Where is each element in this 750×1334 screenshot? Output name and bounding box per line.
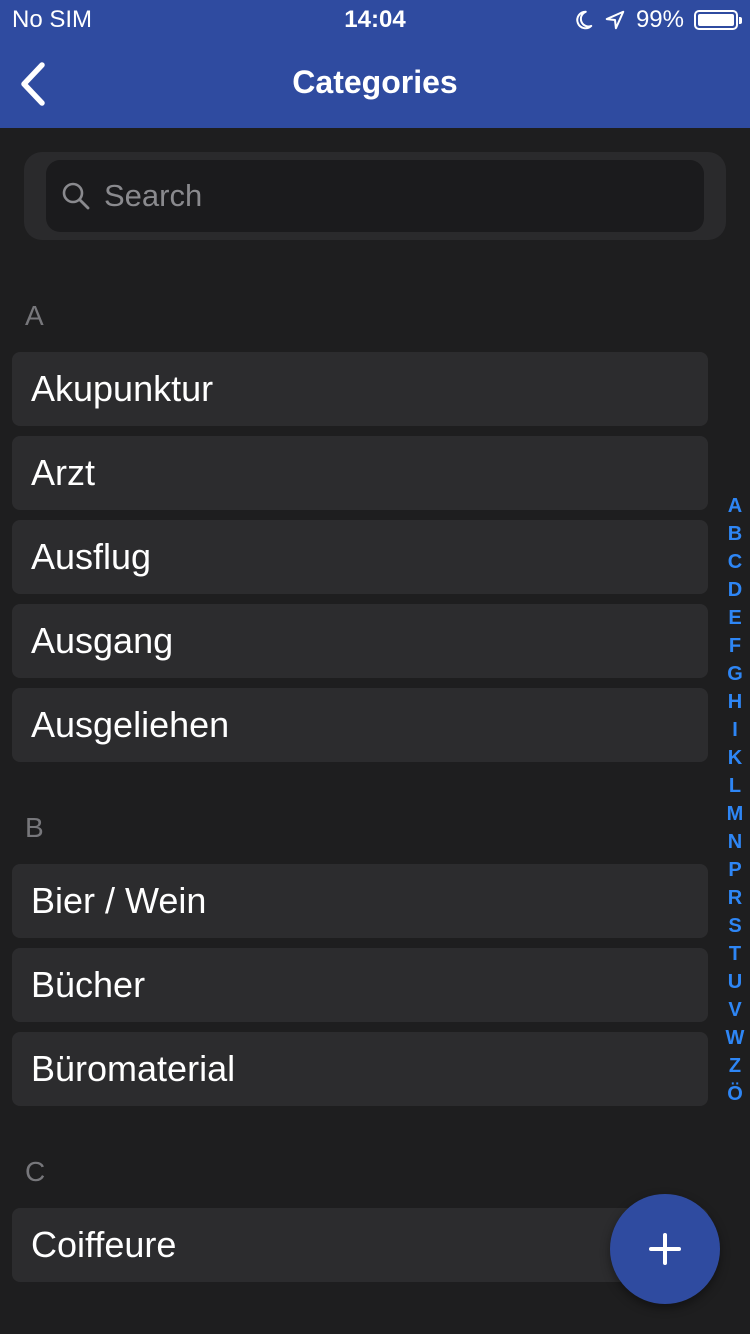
section-index[interactable]: ABCDEFGHIKLMNPRSTUVWZÖ [720,492,750,1108]
section-header-d: D [0,1292,750,1334]
index-letter-r[interactable]: R [720,884,750,912]
index-letter-v[interactable]: V [720,996,750,1024]
index-letter-p[interactable]: P [720,856,750,884]
location-icon [605,10,625,30]
list-item[interactable]: Ausgeliehen [12,688,708,762]
page-title: Categories [292,64,458,100]
list-item[interactable]: Bier / Wein [12,864,708,938]
add-category-button[interactable] [610,1194,720,1304]
list-item-label: Ausflug [31,536,152,577]
index-letter-k[interactable]: K [720,744,750,772]
app-root: No SIM 14:04 99% Categories Search A Aku… [0,0,750,1334]
index-letter-a[interactable]: A [720,492,750,520]
list-item[interactable]: Akupunktur [12,352,708,426]
index-letter-w[interactable]: W [720,1024,750,1052]
index-letter-f[interactable]: F [720,632,750,660]
index-letter-l[interactable]: L [720,772,750,800]
index-letter-h[interactable]: H [720,688,750,716]
list-item-label: Coiffeure [31,1224,177,1265]
list-item[interactable]: Ausgang [12,604,708,678]
list-item[interactable]: Ausflug [12,520,708,594]
index-letter-g[interactable]: G [720,660,750,688]
list-item[interactable]: Arzt [12,436,708,510]
list-item-label: Ausgang [31,620,174,661]
index-letter-i[interactable]: I [720,716,750,744]
nav-bar: Categories [0,40,750,128]
index-letter-e[interactable]: E [720,604,750,632]
battery-percent: 99% [635,6,684,33]
index-letter-m[interactable]: M [720,800,750,828]
index-letter-u[interactable]: U [720,968,750,996]
list-item-label: Bier / Wein [31,880,207,921]
category-list[interactable]: A Akupunktur Arzt Ausflug Ausgang Ausgeliehen… [0,260,750,1334]
battery-level [698,14,734,26]
search-bar [24,152,726,240]
list-item-label: Ausgeliehen [31,704,230,745]
section-header-c: C [25,1156,46,1187]
list-item[interactable]: Büromaterial [12,1032,708,1106]
header: No SIM 14:04 99% Categories [0,0,750,128]
search-icon [62,182,90,210]
index-letter-s[interactable]: S [720,912,750,940]
plus-icon [649,1233,681,1265]
index-letter-d[interactable]: D [720,576,750,604]
battery-icon [694,10,742,30]
list-item-label: Arzt [31,452,96,493]
index-letter-t[interactable]: T [720,940,750,968]
index-letter-z[interactable]: Z [720,1052,750,1080]
section-header-b: B [25,812,44,843]
list-item-label: Akupunktur [31,368,214,409]
list-item[interactable]: Bücher [12,948,708,1022]
list-item-label: Büromaterial [31,1048,236,1089]
search-input[interactable] [104,160,694,232]
section-header-a: A [25,300,44,331]
status-bar: No SIM 14:04 99% [0,0,750,40]
status-indicators: 99% [572,4,742,36]
index-letter-ö[interactable]: Ö [720,1080,750,1108]
list-item-label: Bücher [31,964,146,1005]
moon-icon [576,10,593,30]
index-letter-n[interactable]: N [720,828,750,856]
index-letter-b[interactable]: B [720,520,750,548]
search-field[interactable] [46,160,704,232]
index-letter-c[interactable]: C [720,548,750,576]
list-item[interactable]: Coiffeure [12,1208,708,1282]
